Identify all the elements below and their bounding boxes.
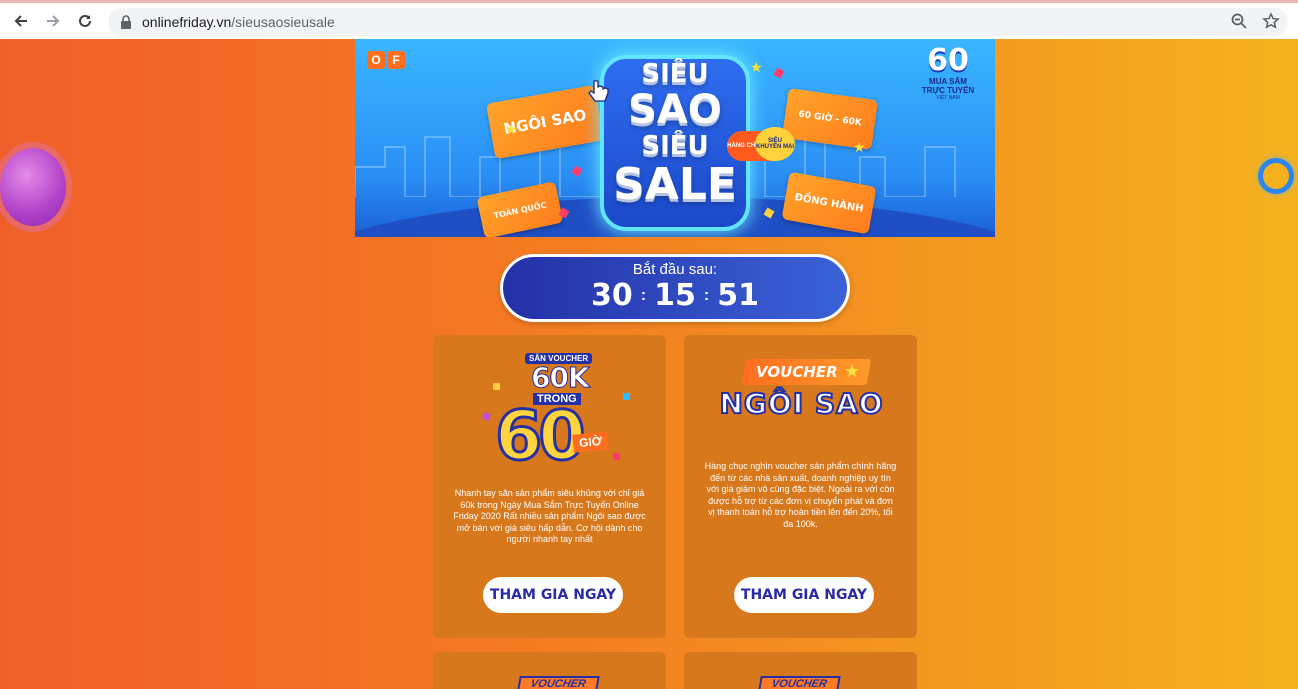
lock-icon [121,15,131,29]
promo-card-4: VOUCHER [684,652,917,689]
url-host: onlinefriday.vn [142,14,232,30]
confetti [493,383,500,390]
logo-60k-text: 60K [531,361,591,395]
purple-ball-decoration [0,148,66,226]
voucher-ribbon: VOUCHER [516,676,600,689]
countdown-separator: : [703,286,710,304]
of-logo-o: O [367,51,385,69]
countdown-seconds: 51 [717,278,759,313]
reload-icon [79,14,91,27]
badge-khuyen-mai: SIÊU KHUYẾN MẠI [755,127,795,161]
star-icon[interactable] [1262,12,1280,30]
voucher-ngoi-sao-logo: VOUCHER ★ NGÔI SAO [714,357,889,427]
logo-ngoi-sao-text: NGÔI SAO [718,386,884,421]
confetti [613,453,620,460]
countdown-digits: 30 : 15 : 51 [503,278,847,313]
logo-60-sub1: MUA SẮM [929,77,967,86]
star-icon: ★ [505,121,518,137]
star-icon: ★ [853,139,866,155]
logo-60-sub3: VIỆT NAM [936,95,960,101]
url-path: /sieusaosieusale [231,14,335,30]
logo-60-sub2: TRỰC TUYẾN [921,86,975,95]
join-now-button[interactable]: THAM GIA NGAY [483,577,623,613]
promo-card-60k: SĂN VOUCHER 60K 60 TRONG GIỜ Nhanh tay s… [433,335,666,638]
hero-title-line4: SALE [613,159,737,210]
blue-ring-decoration [1258,158,1294,194]
zoom-icon[interactable] [1230,12,1248,30]
back-button[interactable] [10,10,32,32]
promo-card-ngoi-sao: VOUCHER ★ NGÔI SAO Hàng chục nghìn vouch… [684,335,917,638]
of-logo: O F [367,51,405,69]
logo-voucher-text: VOUCHER [756,363,838,381]
star-icon: ★ [844,361,861,381]
of-logo-f: F [387,51,405,69]
logo-60-big: 60 [494,396,588,478]
countdown-minutes: 15 [654,278,696,313]
countdown-hours: 30 [591,278,633,313]
voucher-ribbon: VOUCHER [757,676,841,689]
browser-toolbar: onlinefriday.vn/sieusaosieusale [0,0,1298,39]
san-voucher-60k-logo: SĂN VOUCHER 60K 60 TRONG GIỜ [473,353,633,478]
reload-button[interactable] [74,10,96,32]
countdown-timer: Bắt đầu sau: 30 : 15 : 51 [500,254,850,322]
countdown-label: Bắt đầu sau: [632,261,718,278]
address-bar[interactable]: onlinefriday.vn/sieusaosieusale [108,8,1288,36]
confetti [623,393,630,400]
join-now-button[interactable]: THAM GIA NGAY [734,577,874,613]
confetti [482,412,491,421]
logo-gio-text: GIỜ [572,431,609,453]
card-description: Nhanh tay săn sản phẩm siêu khủng với ch… [453,488,646,544]
60-hour-logo: 60 MUA SẮM TRỰC TUYẾN VIỆT NAM [915,43,981,102]
back-icon [14,15,27,27]
logo-60-number: 60 [927,43,969,78]
card-description: Hàng chục nghìn voucher sản phẩm chính h… [704,461,897,529]
promo-card-3: VOUCHER [433,652,666,689]
pointer-hand-icon [588,80,609,102]
countdown-separator: : [640,286,647,304]
logo-trong-text: TRONG [533,393,581,405]
star-icon: ★ [750,59,763,75]
hero-banner: O F 60 MUA SẮM TRỰC TUYẾN VIỆT NAM NGÔI … [355,39,995,237]
forward-icon [47,15,60,27]
forward-button[interactable] [42,10,64,32]
